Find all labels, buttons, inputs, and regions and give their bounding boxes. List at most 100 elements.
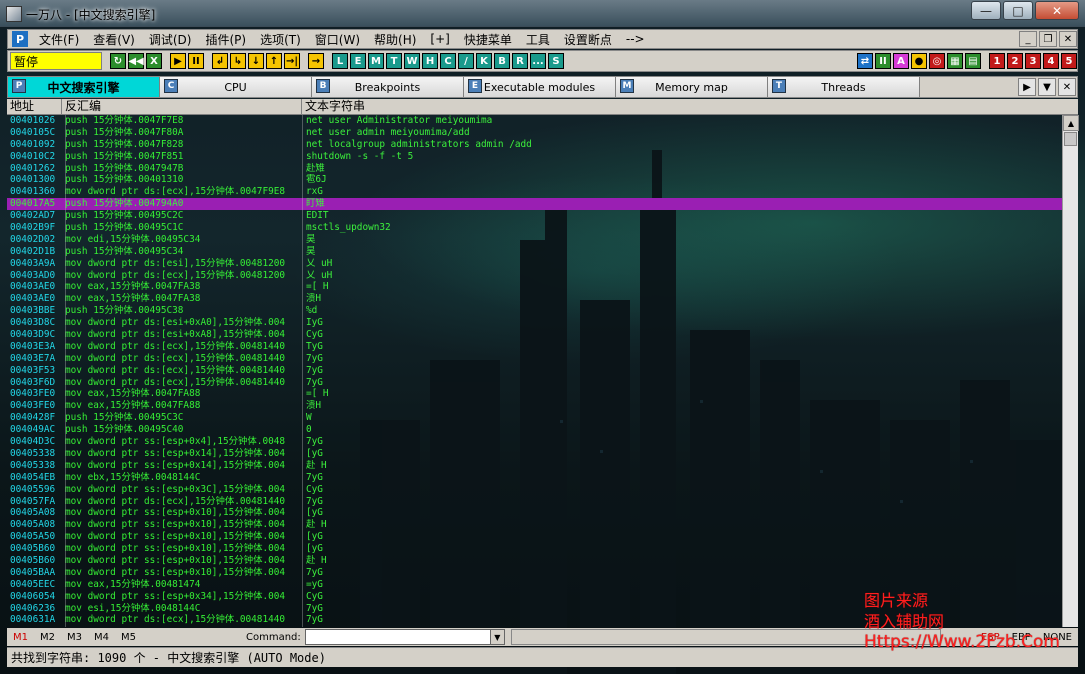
memory-tab-m5[interactable]: M5 <box>115 632 142 643</box>
tab-memory-map[interactable]: M Memory map <box>616 77 768 97</box>
list-row[interactable]: 00403BBE push 15分钟体.00495C38 %d <box>7 305 1062 317</box>
tab-scroll-right-icon[interactable]: ▶ <box>1018 78 1036 96</box>
list-row[interactable]: 00405B60 mov dword ptr ss:[esp+0x10],15分钟… <box>7 555 1062 567</box>
list-row[interactable]: 004049AC push 15分钟体.00495C40 0 <box>7 424 1062 436</box>
mdi-close-button[interactable]: ✕ <box>1059 31 1077 47</box>
command-input[interactable]: ▼ <box>304 629 505 645</box>
list-row[interactable]: 00403E7A mov dword ptr ds:[ecx],15分钟体.004… <box>7 353 1062 365</box>
column-disasm-header[interactable]: 反汇编 <box>62 99 302 114</box>
memory-window-icon[interactable]: M <box>368 53 384 69</box>
swap-icon[interactable]: ⇄ <box>857 53 873 69</box>
scroll-up-icon[interactable]: ▲ <box>1063 115 1079 131</box>
menu-shortcuts[interactable]: 快捷菜单 <box>457 31 519 48</box>
column-text-header[interactable]: 文本字符串 <box>302 99 1078 114</box>
menu-window[interactable]: 窗口(W) <box>308 31 367 48</box>
app-icon[interactable] <box>6 6 22 22</box>
list-row[interactable]: 00402D1B push 15分钟体.00495C34 昊 <box>7 246 1062 258</box>
execute-till-return-icon[interactable]: →| <box>284 53 300 69</box>
patches-window-icon[interactable]: / <box>458 53 474 69</box>
list-row[interactable]: 00405596 mov dword ptr ss:[esp+0x3C],15分钟… <box>7 484 1062 496</box>
tab-executable-modules[interactable]: E Executable modules <box>464 77 616 97</box>
list-row[interactable]: 00403AE0 mov eax,15分钟体.0047FA38 =[ H <box>7 281 1062 293</box>
mdi-restore-button[interactable]: ❐ <box>1039 31 1057 47</box>
menu-debug[interactable]: 调试(D) <box>142 31 199 48</box>
list-row[interactable]: 00405EEC mov eax,15分钟体.00481474 =yG <box>7 579 1062 591</box>
child-window-icon[interactable]: P <box>12 31 28 47</box>
list-row[interactable]: 00405338 mov dword ptr ss:[esp+0x14],15分钟… <box>7 448 1062 460</box>
list-row[interactable]: 004010C2 push 15分钟体.0047F851 shutdown -s -… <box>7 151 1062 163</box>
list-row[interactable]: 00405A08 mov dword ptr ss:[esp+0x10],15分钟… <box>7 507 1062 519</box>
references-window-icon[interactable]: R <box>512 53 528 69</box>
threads-window-icon[interactable]: T <box>386 53 402 69</box>
monitor-icon[interactable]: ▤ <box>965 53 981 69</box>
tab-close-icon[interactable]: ✕ <box>1058 78 1076 96</box>
handles-window-icon[interactable]: H <box>422 53 438 69</box>
list-row[interactable]: 00401092 push 15分钟体.0047F828 net localgrou… <box>7 139 1062 151</box>
list-row[interactable]: 00405BAA mov dword ptr ss:[esp+0x10],15分钟… <box>7 567 1062 579</box>
list-row[interactable]: 00403D8C mov dword ptr ds:[esi+0xA0],15分钟… <box>7 317 1062 329</box>
record-icon[interactable]: ● <box>911 53 927 69</box>
log-window-icon[interactable]: L <box>332 53 348 69</box>
list-row[interactable]: 004057FA mov dword ptr ds:[ecx],15分钟体.004… <box>7 496 1062 508</box>
ascii-icon[interactable]: A <box>893 53 909 69</box>
tab-chinese-search[interactable]: P 中文搜索引擎 <box>8 77 160 97</box>
mdi-minimize-button[interactable]: _ <box>1019 31 1037 47</box>
memory-tab-m1[interactable]: M1 <box>7 632 34 643</box>
trace-over-icon[interactable]: ↑ <box>266 53 282 69</box>
source-window-icon[interactable]: S <box>548 53 564 69</box>
minimize-button[interactable]: — <box>971 1 1001 20</box>
memory-tab-m2[interactable]: M2 <box>34 632 61 643</box>
menu-file[interactable]: 文件(F) <box>32 31 86 48</box>
command-dropdown-icon[interactable]: ▼ <box>489 630 504 644</box>
tab-list-dropdown-icon[interactable]: ▼ <box>1038 78 1056 96</box>
list-row[interactable]: 004054EB mov ebx,15分钟体.0048144C 7yG <box>7 472 1062 484</box>
list-row[interactable]: 00403F6D mov dword ptr ds:[ecx],15分钟体.004… <box>7 377 1062 389</box>
scroll-thumb[interactable] <box>1064 132 1077 146</box>
run-trace-window-icon[interactable]: ... <box>530 53 546 69</box>
menu-plus[interactable]: [+] <box>423 32 456 46</box>
list-row[interactable]: 00401262 push 15分钟体.0047947B 赴雉 <box>7 163 1062 175</box>
list-row[interactable]: 00403FE0 mov eax,15分钟体.0047FA88 溃H <box>7 400 1062 412</box>
terminate-icon[interactable]: X <box>146 53 162 69</box>
close-button[interactable]: ✕ <box>1035 1 1079 20</box>
menu-arrow[interactable]: --> <box>619 32 652 46</box>
pause-icon[interactable]: II <box>188 53 204 69</box>
rewind-icon[interactable]: ◀◀ <box>128 53 144 69</box>
column-address-header[interactable]: 地址 <box>7 99 62 114</box>
slot-4-button[interactable]: 4 <box>1043 53 1059 69</box>
list-row[interactable]: 00405B60 mov dword ptr ss:[esp+0x10],15分钟… <box>7 543 1062 555</box>
list-row[interactable]: 00403AE0 mov eax,15分钟体.0047FA38 溃H <box>7 293 1062 305</box>
slot-2-button[interactable]: 2 <box>1007 53 1023 69</box>
list-row[interactable]: 00401026 push 15分钟体.0047F7E8 net user Admi… <box>7 115 1062 127</box>
tab-breakpoints[interactable]: B Breakpoints <box>312 77 464 97</box>
goto-icon[interactable]: → <box>308 53 324 69</box>
pause-all-icon[interactable]: II <box>875 53 891 69</box>
tab-threads[interactable]: T Threads <box>768 77 920 97</box>
list-row[interactable]: 00401300 push 15分钟体.00401310 雹6J <box>7 174 1062 186</box>
string-results-list[interactable]: 00401026 push 15分钟体.0047F7E8 net user Admi… <box>7 115 1062 627</box>
menu-view[interactable]: 查看(V) <box>86 31 142 48</box>
step-over-icon[interactable]: ↳ <box>230 53 246 69</box>
memory-tab-m4[interactable]: M4 <box>88 632 115 643</box>
list-row[interactable]: 00402AD7 push 15分钟体.00495C2C EDIT <box>7 210 1062 222</box>
vertical-scrollbar[interactable]: ▲ <box>1062 115 1079 627</box>
slot-1-button[interactable]: 1 <box>989 53 1005 69</box>
menu-help[interactable]: 帮助(H) <box>367 31 423 48</box>
menu-plugins[interactable]: 插件(P) <box>198 31 253 48</box>
menu-options[interactable]: 选项(T) <box>253 31 308 48</box>
trace-into-icon[interactable]: ↓ <box>248 53 264 69</box>
breakpoints-window-icon[interactable]: B <box>494 53 510 69</box>
list-row[interactable]: 00403F53 mov dword ptr ds:[ecx],15分钟体.004… <box>7 365 1062 377</box>
windows-window-icon[interactable]: W <box>404 53 420 69</box>
list-row[interactable]: 00403D9C mov dword ptr ds:[esi+0xA8],15分钟… <box>7 329 1062 341</box>
list-row[interactable]: 00402D02 mov edi,15分钟体.00495C34 昊 <box>7 234 1062 246</box>
list-row[interactable]: 00401360 mov dword ptr ds:[ecx],15分钟体.004… <box>7 186 1062 198</box>
list-row[interactable]: 00403FE0 mov eax,15分钟体.0047FA88 =[ H <box>7 388 1062 400</box>
list-row[interactable]: 00403AD0 mov dword ptr ds:[ecx],15分钟体.004… <box>7 270 1062 282</box>
list-row[interactable]: 00405A08 mov dword ptr ss:[esp+0x10],15分钟… <box>7 519 1062 531</box>
menu-tools[interactable]: 工具 <box>519 31 557 48</box>
step-into-icon[interactable]: ↲ <box>212 53 228 69</box>
list-row[interactable]: 00405A50 mov dword ptr ss:[esp+0x10],15分钟… <box>7 531 1062 543</box>
list-row[interactable]: 0040428F push 15分钟体.00495C3C W <box>7 412 1062 424</box>
restart-icon[interactable]: ↻ <box>110 53 126 69</box>
